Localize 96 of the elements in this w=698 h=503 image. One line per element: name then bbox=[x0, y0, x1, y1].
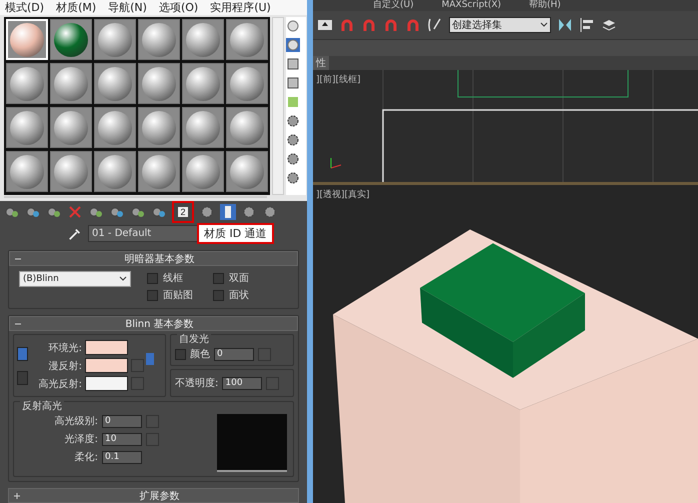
snap-magnet-icon[interactable] bbox=[361, 17, 377, 33]
perspective-viewport[interactable]: ][透视][真实] bbox=[313, 185, 698, 503]
checkbox-label: 线框 bbox=[163, 272, 183, 285]
tab[interactable]: 性 bbox=[313, 56, 329, 70]
field-label: 柔化: bbox=[74, 450, 98, 464]
layers-icon[interactable] bbox=[601, 17, 617, 33]
sample-slot[interactable] bbox=[226, 151, 268, 192]
rollout-header[interactable]: Blinn 基本参数 bbox=[9, 316, 298, 331]
sample-slot[interactable] bbox=[226, 19, 268, 60]
checkbox[interactable] bbox=[213, 272, 224, 284]
material-tool-icon[interactable] bbox=[241, 204, 257, 220]
chevron-down-icon bbox=[540, 21, 548, 29]
checkbox-label: 面贴图 bbox=[163, 288, 193, 302]
sample-slot[interactable] bbox=[182, 63, 224, 104]
snap-magnet-icon[interactable] bbox=[339, 17, 355, 33]
sample-option-icon[interactable] bbox=[286, 76, 300, 90]
sample-option-icon[interactable] bbox=[286, 114, 300, 128]
sample-slot[interactable] bbox=[50, 107, 92, 148]
shader-dropdown[interactable]: (B)Blinn bbox=[19, 271, 131, 287]
checkbox-label: 颜色 bbox=[190, 348, 210, 361]
sample-slot[interactable] bbox=[138, 19, 180, 60]
spinner-field[interactable]: 0.1 bbox=[102, 450, 142, 464]
sample-slot[interactable] bbox=[182, 19, 224, 60]
menu-item[interactable]: MAXScript(X) bbox=[442, 0, 502, 11]
horizontal-scrollbar[interactable] bbox=[4, 196, 267, 198]
checkbox[interactable] bbox=[213, 290, 224, 300]
spinner-field[interactable]: 0 bbox=[102, 414, 142, 428]
chevron-down-icon bbox=[119, 275, 127, 283]
axis-icon bbox=[330, 158, 342, 168]
spinner-field[interactable]: 0 bbox=[214, 348, 254, 360]
toolbar-icon[interactable] bbox=[317, 17, 333, 33]
lock-toggle[interactable] bbox=[146, 353, 154, 365]
eyedropper-icon[interactable] bbox=[68, 226, 82, 240]
sample-option-icon[interactable] bbox=[286, 133, 300, 147]
sample-slot[interactable] bbox=[50, 19, 92, 60]
sample-slot[interactable] bbox=[94, 63, 136, 104]
field-label: 不透明度: bbox=[175, 376, 218, 390]
checkbox-label: 面状 bbox=[229, 288, 249, 302]
checkbox[interactable] bbox=[147, 290, 158, 300]
lock-toggle[interactable] bbox=[17, 346, 28, 360]
sample-slot[interactable] bbox=[94, 107, 136, 148]
align-icon[interactable] bbox=[579, 17, 595, 33]
sample-slot[interactable] bbox=[6, 151, 48, 192]
sample-slot[interactable] bbox=[182, 151, 224, 192]
rollout-header[interactable]: 扩展参数 bbox=[8, 488, 299, 503]
material-tool-icon[interactable] bbox=[199, 204, 215, 220]
sample-slot[interactable] bbox=[226, 107, 268, 148]
field-label: 光泽度: bbox=[64, 432, 98, 446]
selection-set-dropdown[interactable]: 创建选择集 bbox=[449, 17, 551, 33]
sample-slot[interactable] bbox=[94, 151, 136, 192]
menu-item[interactable]: 实用程序(U) bbox=[210, 0, 271, 15]
group-title: 自发光 bbox=[177, 332, 211, 346]
lock-toggle[interactable] bbox=[17, 370, 28, 384]
sample-slot[interactable] bbox=[6, 107, 48, 148]
tooltip: 材质 ID 通道 bbox=[197, 223, 274, 244]
mirror-icon[interactable] bbox=[557, 17, 573, 33]
material-tool-icon[interactable] bbox=[220, 204, 236, 220]
menu-item[interactable]: 模式(D) bbox=[5, 0, 44, 15]
sample-slot[interactable] bbox=[138, 63, 180, 104]
viewport-label[interactable]: ][透视][真实] bbox=[316, 188, 370, 201]
sample-slot[interactable] bbox=[182, 107, 224, 148]
sample-slot[interactable] bbox=[138, 151, 180, 192]
material-id-channel-button[interactable]: 2 bbox=[172, 201, 194, 223]
color-label: 高光反射: bbox=[38, 378, 82, 390]
sample-slot[interactable] bbox=[50, 63, 92, 104]
field-label: 高光级别: bbox=[54, 414, 98, 428]
menu-item[interactable]: 材质(M) bbox=[56, 0, 96, 15]
sample-option-icon[interactable] bbox=[286, 171, 300, 185]
material-tool-icon[interactable] bbox=[262, 204, 278, 220]
checkbox-label: 双面 bbox=[229, 272, 249, 285]
menu-item[interactable]: 导航(N) bbox=[108, 0, 147, 15]
snap-magnet-icon[interactable] bbox=[405, 17, 421, 33]
sample-slot[interactable] bbox=[226, 63, 268, 104]
spinner-field[interactable]: 100 bbox=[222, 376, 262, 390]
sample-option-icon[interactable] bbox=[286, 57, 300, 71]
menu-item[interactable]: 选项(O) bbox=[158, 0, 198, 15]
color-swatch[interactable] bbox=[85, 358, 128, 373]
sample-slot[interactable] bbox=[94, 19, 136, 60]
viewport-label[interactable]: ][前][线框] bbox=[316, 73, 361, 86]
checkbox[interactable] bbox=[147, 272, 158, 284]
color-label: 漫反射: bbox=[48, 360, 82, 372]
sample-slot[interactable] bbox=[50, 151, 92, 192]
checkbox[interactable] bbox=[175, 348, 186, 360]
sample-slot[interactable] bbox=[6, 63, 48, 104]
rollout-header[interactable]: 明暗器基本参数 bbox=[9, 251, 298, 266]
sample-slot[interactable] bbox=[138, 107, 180, 148]
sample-option-icon[interactable] bbox=[286, 152, 300, 166]
spinner-field[interactable]: 10 bbox=[102, 432, 142, 446]
front-viewport[interactable]: ][前][线框] bbox=[313, 70, 698, 185]
color-swatch[interactable] bbox=[85, 340, 128, 355]
snap-magnet-icon[interactable] bbox=[383, 17, 399, 33]
color-label: 环境光: bbox=[48, 342, 82, 354]
vertical-scrollbar[interactable] bbox=[272, 17, 284, 195]
highlight-curve-preview bbox=[217, 414, 287, 472]
color-swatch[interactable] bbox=[85, 376, 128, 391]
group-title: 反射高光 bbox=[20, 399, 64, 413]
